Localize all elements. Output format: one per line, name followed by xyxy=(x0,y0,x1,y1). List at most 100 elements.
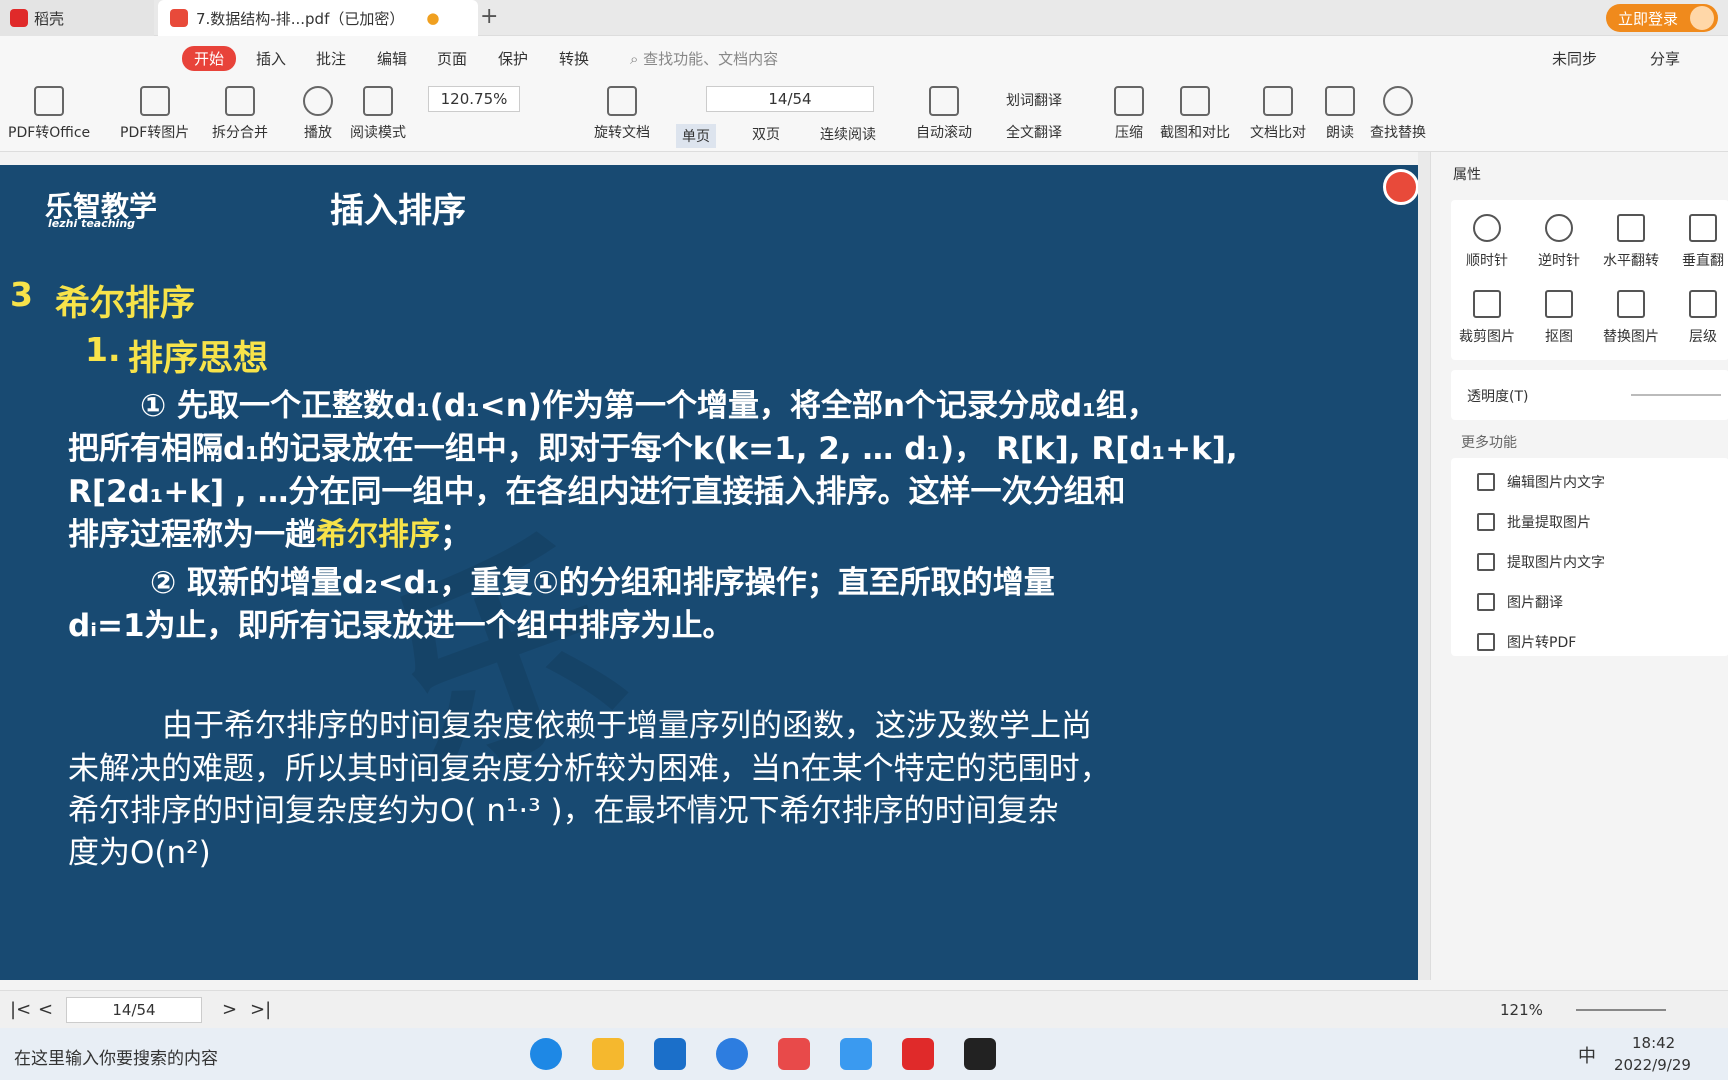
first-page-icon[interactable]: |< xyxy=(10,999,31,1020)
next-page-icon[interactable]: > xyxy=(222,999,237,1020)
full-translate-button[interactable]: 全文翻译 xyxy=(1006,122,1062,142)
share-button[interactable]: 分享 xyxy=(1650,48,1680,69)
extract-text-icon xyxy=(1477,553,1495,571)
image-to-pdf-item[interactable]: 图片转PDF xyxy=(1477,632,1576,652)
image-icon xyxy=(139,86,170,116)
paragraph3-line3: 希尔排序的时间复杂度约为O( n¹·³ )，在最坏情况下希尔排序的时间复杂 xyxy=(68,793,1059,829)
edit-image-text-icon xyxy=(1477,473,1495,491)
store-icon[interactable] xyxy=(778,1038,810,1070)
cutout-button[interactable]: 抠图 xyxy=(1523,290,1595,346)
title-bar: 稻壳 7.数据结构-排...pdf（已加密） ● + 立即登录 xyxy=(0,0,1728,36)
read-aloud-button[interactable]: 朗读 xyxy=(1325,86,1355,142)
unsaved-dot-icon: ● xyxy=(426,9,440,27)
login-button[interactable]: 立即登录 xyxy=(1606,4,1718,32)
split-merge-button[interactable]: 拆分合并 xyxy=(212,86,268,142)
zoom-select[interactable]: 120.75% xyxy=(428,86,520,112)
flip-vertical-button[interactable]: 垂直翻 xyxy=(1667,214,1728,270)
opacity-slider[interactable] xyxy=(1631,394,1721,396)
screenshot-compare-button[interactable]: 截图和对比 xyxy=(1160,86,1230,142)
cloud-icon[interactable] xyxy=(840,1038,872,1070)
pdf-office-icon xyxy=(34,86,65,116)
camera-app-icon[interactable] xyxy=(964,1038,996,1070)
document-page: 乐 乐智教学 lezhi teaching 插入排序 3 希尔排序 1. 排序思… xyxy=(0,165,1418,980)
replace-image-icon xyxy=(1617,290,1645,318)
zoom-slider[interactable] xyxy=(1576,1009,1666,1011)
auto-scroll-button[interactable]: 自动滚动 xyxy=(916,86,972,142)
clock-date[interactable]: 2022/9/29 xyxy=(1614,1056,1691,1074)
pdf-to-image-button[interactable]: PDF转图片 xyxy=(120,86,189,142)
play-button[interactable]: 播放 xyxy=(303,86,333,142)
status-bar: |< < 14/54 > >| 121% xyxy=(0,990,1728,1028)
windows-taskbar: 在这里输入你要搜索的内容 中 18:42 2022/9/29 xyxy=(0,1028,1728,1080)
wps-icon[interactable] xyxy=(902,1038,934,1070)
batch-extract-item[interactable]: 批量提取图片 xyxy=(1477,512,1591,532)
file-explorer-icon[interactable] xyxy=(592,1038,624,1070)
menu-start[interactable]: 开始 xyxy=(182,46,237,71)
rotate-ccw-icon xyxy=(1545,214,1573,242)
tab-document[interactable]: 7.数据结构-排...pdf（已加密） ● xyxy=(158,0,478,36)
pdf-to-office-button[interactable]: PDF转Office xyxy=(8,86,90,142)
more-functions-card: 编辑图片内文字 批量提取图片 提取图片内文字 图片翻译 图片转PDF xyxy=(1451,458,1728,656)
properties-panel: 属性 顺时针 逆时针 水平翻转 垂直翻 裁剪图片 抠图 替换图片 层级 透明度(… xyxy=(1430,152,1728,980)
rotate-doc-button[interactable]: 旋转文档 xyxy=(594,86,650,142)
menu-insert[interactable]: 插入 xyxy=(256,48,286,69)
single-page-button[interactable]: 单页 xyxy=(676,124,716,148)
avatar xyxy=(1690,6,1714,30)
mail-icon[interactable] xyxy=(654,1038,686,1070)
search-icon: ⌕ xyxy=(630,50,644,68)
browser-icon[interactable] xyxy=(716,1038,748,1070)
flip-horizontal-button[interactable]: 水平翻转 xyxy=(1595,214,1667,270)
status-page-input[interactable]: 14/54 xyxy=(66,997,202,1023)
menu-protect[interactable]: 保护 xyxy=(498,48,528,69)
layer-button[interactable]: 层级 xyxy=(1667,290,1728,346)
doc-compare-button[interactable]: 文档比对 xyxy=(1250,86,1306,142)
image-translate-item[interactable]: 图片翻译 xyxy=(1477,592,1563,612)
continuous-read-button[interactable]: 连续阅读 xyxy=(820,124,876,144)
crop-icon xyxy=(1473,290,1501,318)
edit-image-text-item[interactable]: 编辑图片内文字 xyxy=(1477,472,1605,492)
rotate-cw-button[interactable]: 顺时针 xyxy=(1451,214,1523,270)
last-page-icon[interactable]: >| xyxy=(250,999,271,1020)
vertical-scrollbar[interactable] xyxy=(1418,152,1430,980)
menu-edit[interactable]: 编辑 xyxy=(377,48,407,69)
taskbar-search-input[interactable]: 在这里输入你要搜索的内容 xyxy=(14,1044,218,1069)
rotate-cw-icon xyxy=(1473,214,1501,242)
menu-annotate[interactable]: 批注 xyxy=(316,48,346,69)
search-input[interactable]: ⌕ 查找功能、文档内容 xyxy=(630,48,778,69)
find-replace-button[interactable]: 查找替换 xyxy=(1370,86,1426,142)
status-zoom-value[interactable]: 121% xyxy=(1500,1001,1543,1019)
book-icon xyxy=(363,86,393,116)
ime-indicator[interactable]: 中 xyxy=(1578,1042,1596,1068)
replace-image-button[interactable]: 替换图片 xyxy=(1595,290,1667,346)
edge-icon[interactable] xyxy=(530,1038,562,1070)
prev-page-icon[interactable]: < xyxy=(38,999,53,1020)
new-tab-icon[interactable]: + xyxy=(480,4,498,29)
page-input[interactable]: 14/54 xyxy=(706,86,874,112)
image-tools-card: 顺时针 逆时针 水平翻转 垂直翻 裁剪图片 抠图 替换图片 层级 xyxy=(1451,200,1728,360)
tab-home[interactable]: 稻壳 xyxy=(0,0,154,36)
rotate-icon xyxy=(607,86,637,116)
sync-status[interactable]: 未同步 xyxy=(1552,48,1597,69)
clock-time[interactable]: 18:42 xyxy=(1632,1034,1675,1052)
word-translate-button[interactable]: 划词翻译 xyxy=(1006,90,1062,110)
auto-scroll-icon xyxy=(929,86,959,116)
rotate-ccw-button[interactable]: 逆时针 xyxy=(1523,214,1595,270)
lezhi-logo-sub: lezhi teaching xyxy=(48,217,136,230)
page-title: 插入排序 xyxy=(330,191,466,231)
annotation-badge-icon[interactable] xyxy=(1383,169,1418,205)
read-mode-button[interactable]: 阅读模式 xyxy=(350,86,406,142)
crop-image-button[interactable]: 裁剪图片 xyxy=(1451,290,1523,346)
compress-icon xyxy=(1114,86,1144,116)
flip-horizontal-icon xyxy=(1617,214,1645,242)
compress-button[interactable]: 压缩 xyxy=(1114,86,1144,142)
menu-convert[interactable]: 转换 xyxy=(559,48,589,69)
extract-text-item[interactable]: 提取图片内文字 xyxy=(1477,552,1605,572)
section-number: 3 xyxy=(10,275,33,314)
image-to-pdf-icon xyxy=(1477,633,1495,651)
compare-icon xyxy=(1263,86,1293,116)
menu-page[interactable]: 页面 xyxy=(437,48,467,69)
double-page-button[interactable]: 双页 xyxy=(752,124,780,144)
screenshot-icon xyxy=(1180,86,1210,116)
paragraph1-line1: ① 先取一个正整数d₁(d₁<n)作为第一个增量，将全部n个记录分成d₁组， xyxy=(140,388,1158,424)
panel-title[interactable]: 属性 xyxy=(1453,164,1481,184)
